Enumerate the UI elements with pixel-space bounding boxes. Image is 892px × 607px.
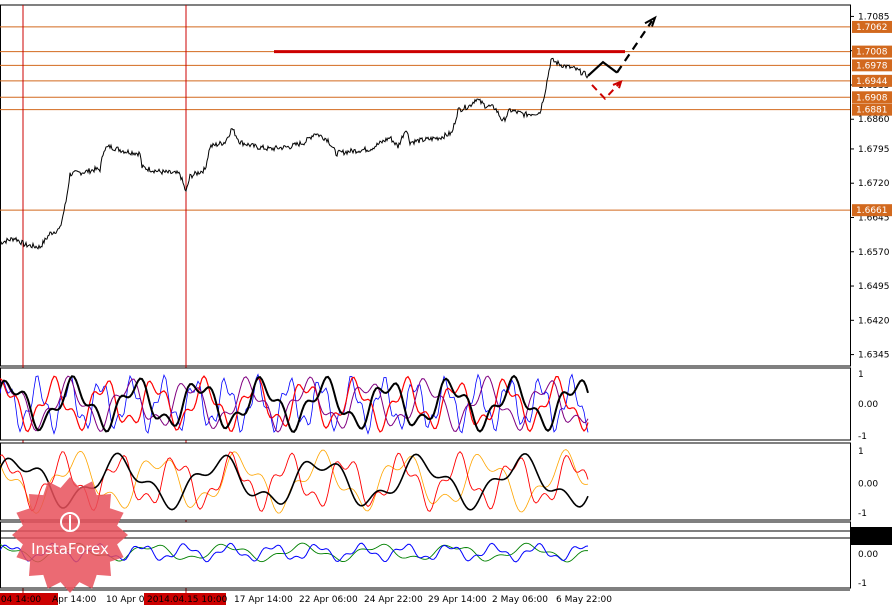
x-tick-label: 6 May 22:00 — [556, 595, 612, 605]
osc-y-label: -1 — [858, 509, 867, 519]
osc-y-label: -1 — [858, 432, 867, 442]
logo-text: InstaForex — [31, 540, 109, 558]
y-tick-label: 1.7085 — [858, 12, 890, 22]
osc-y-label: -1 — [858, 579, 867, 589]
y-tick-label: 1.6795 — [858, 145, 890, 155]
level-tag-label: 1.6978 — [856, 61, 888, 71]
level-tag-label: 1.6944 — [856, 77, 888, 87]
oscillator-panel-1-frame — [0, 367, 851, 441]
osc-y-label: 0.00 — [858, 480, 878, 490]
osc-y-label: 0.00 — [858, 400, 878, 410]
osc-y-label: 0.00 — [858, 550, 878, 560]
instaforex-logo: InstaForex — [12, 477, 128, 593]
y-tick-label: 1.6495 — [858, 282, 890, 292]
y-tick-label: 1.6570 — [858, 248, 890, 258]
chart-root: 1.70851.70101.69351.68601.67951.67201.66… — [0, 0, 892, 607]
x-tick-label: 17 Apr 14:00 — [234, 595, 293, 605]
x-tick-label: 2014.04.15 10:00 — [147, 595, 228, 605]
x-tick-label: 29 Apr 14:00 — [428, 595, 487, 605]
x-tick-label: 2 May 06:00 — [492, 595, 548, 605]
y-tick-label: 1.6720 — [858, 179, 890, 189]
osc-y-label: 1 — [858, 447, 864, 457]
level-tag-label: 1.7008 — [856, 48, 888, 58]
oscillator-panel-1: 1 0.00 -1 — [0, 367, 878, 442]
x-tick-label: 4.04.04 14:00 — [0, 595, 41, 605]
oscillator-panel-2: 1 0.00 -1 — [0, 442, 878, 521]
level-tag-label: 1.6881 — [856, 106, 888, 116]
y-tick-label: 1.6345 — [858, 351, 890, 361]
osc-y-label: 1 — [858, 370, 864, 380]
x-tick-label: 24 Apr 22:00 — [364, 595, 423, 605]
x-tick-label: Apr 14:00 — [52, 595, 97, 605]
x-tick-label: 22 Apr 06:00 — [299, 595, 358, 605]
y-tick-label: 1.6860 — [858, 115, 890, 125]
y-tick-label: 1.6420 — [858, 316, 890, 326]
forex-chart: 1.70851.70101.69351.68601.67951.67201.66… — [0, 4, 892, 605]
x-tick-label: 10 Apr 0 — [106, 595, 145, 605]
level-tag-label: 1.7062 — [856, 23, 888, 33]
level-tag-label: 1.6661 — [856, 206, 888, 216]
main-price-panel — [0, 4, 851, 367]
x-axis: 4.04.04 14:00 Apr 14:00 10 Apr 02014.04.15… — [0, 589, 850, 605]
oscillator-panel-2-frame — [0, 442, 851, 521]
logo-badge-shape — [12, 477, 128, 593]
oscillator-panel-3: 0.57380.48940.00-1 — [0, 521, 892, 589]
osc3-value-tags — [851, 527, 892, 545]
level-tag-label: 1.6908 — [856, 93, 888, 103]
